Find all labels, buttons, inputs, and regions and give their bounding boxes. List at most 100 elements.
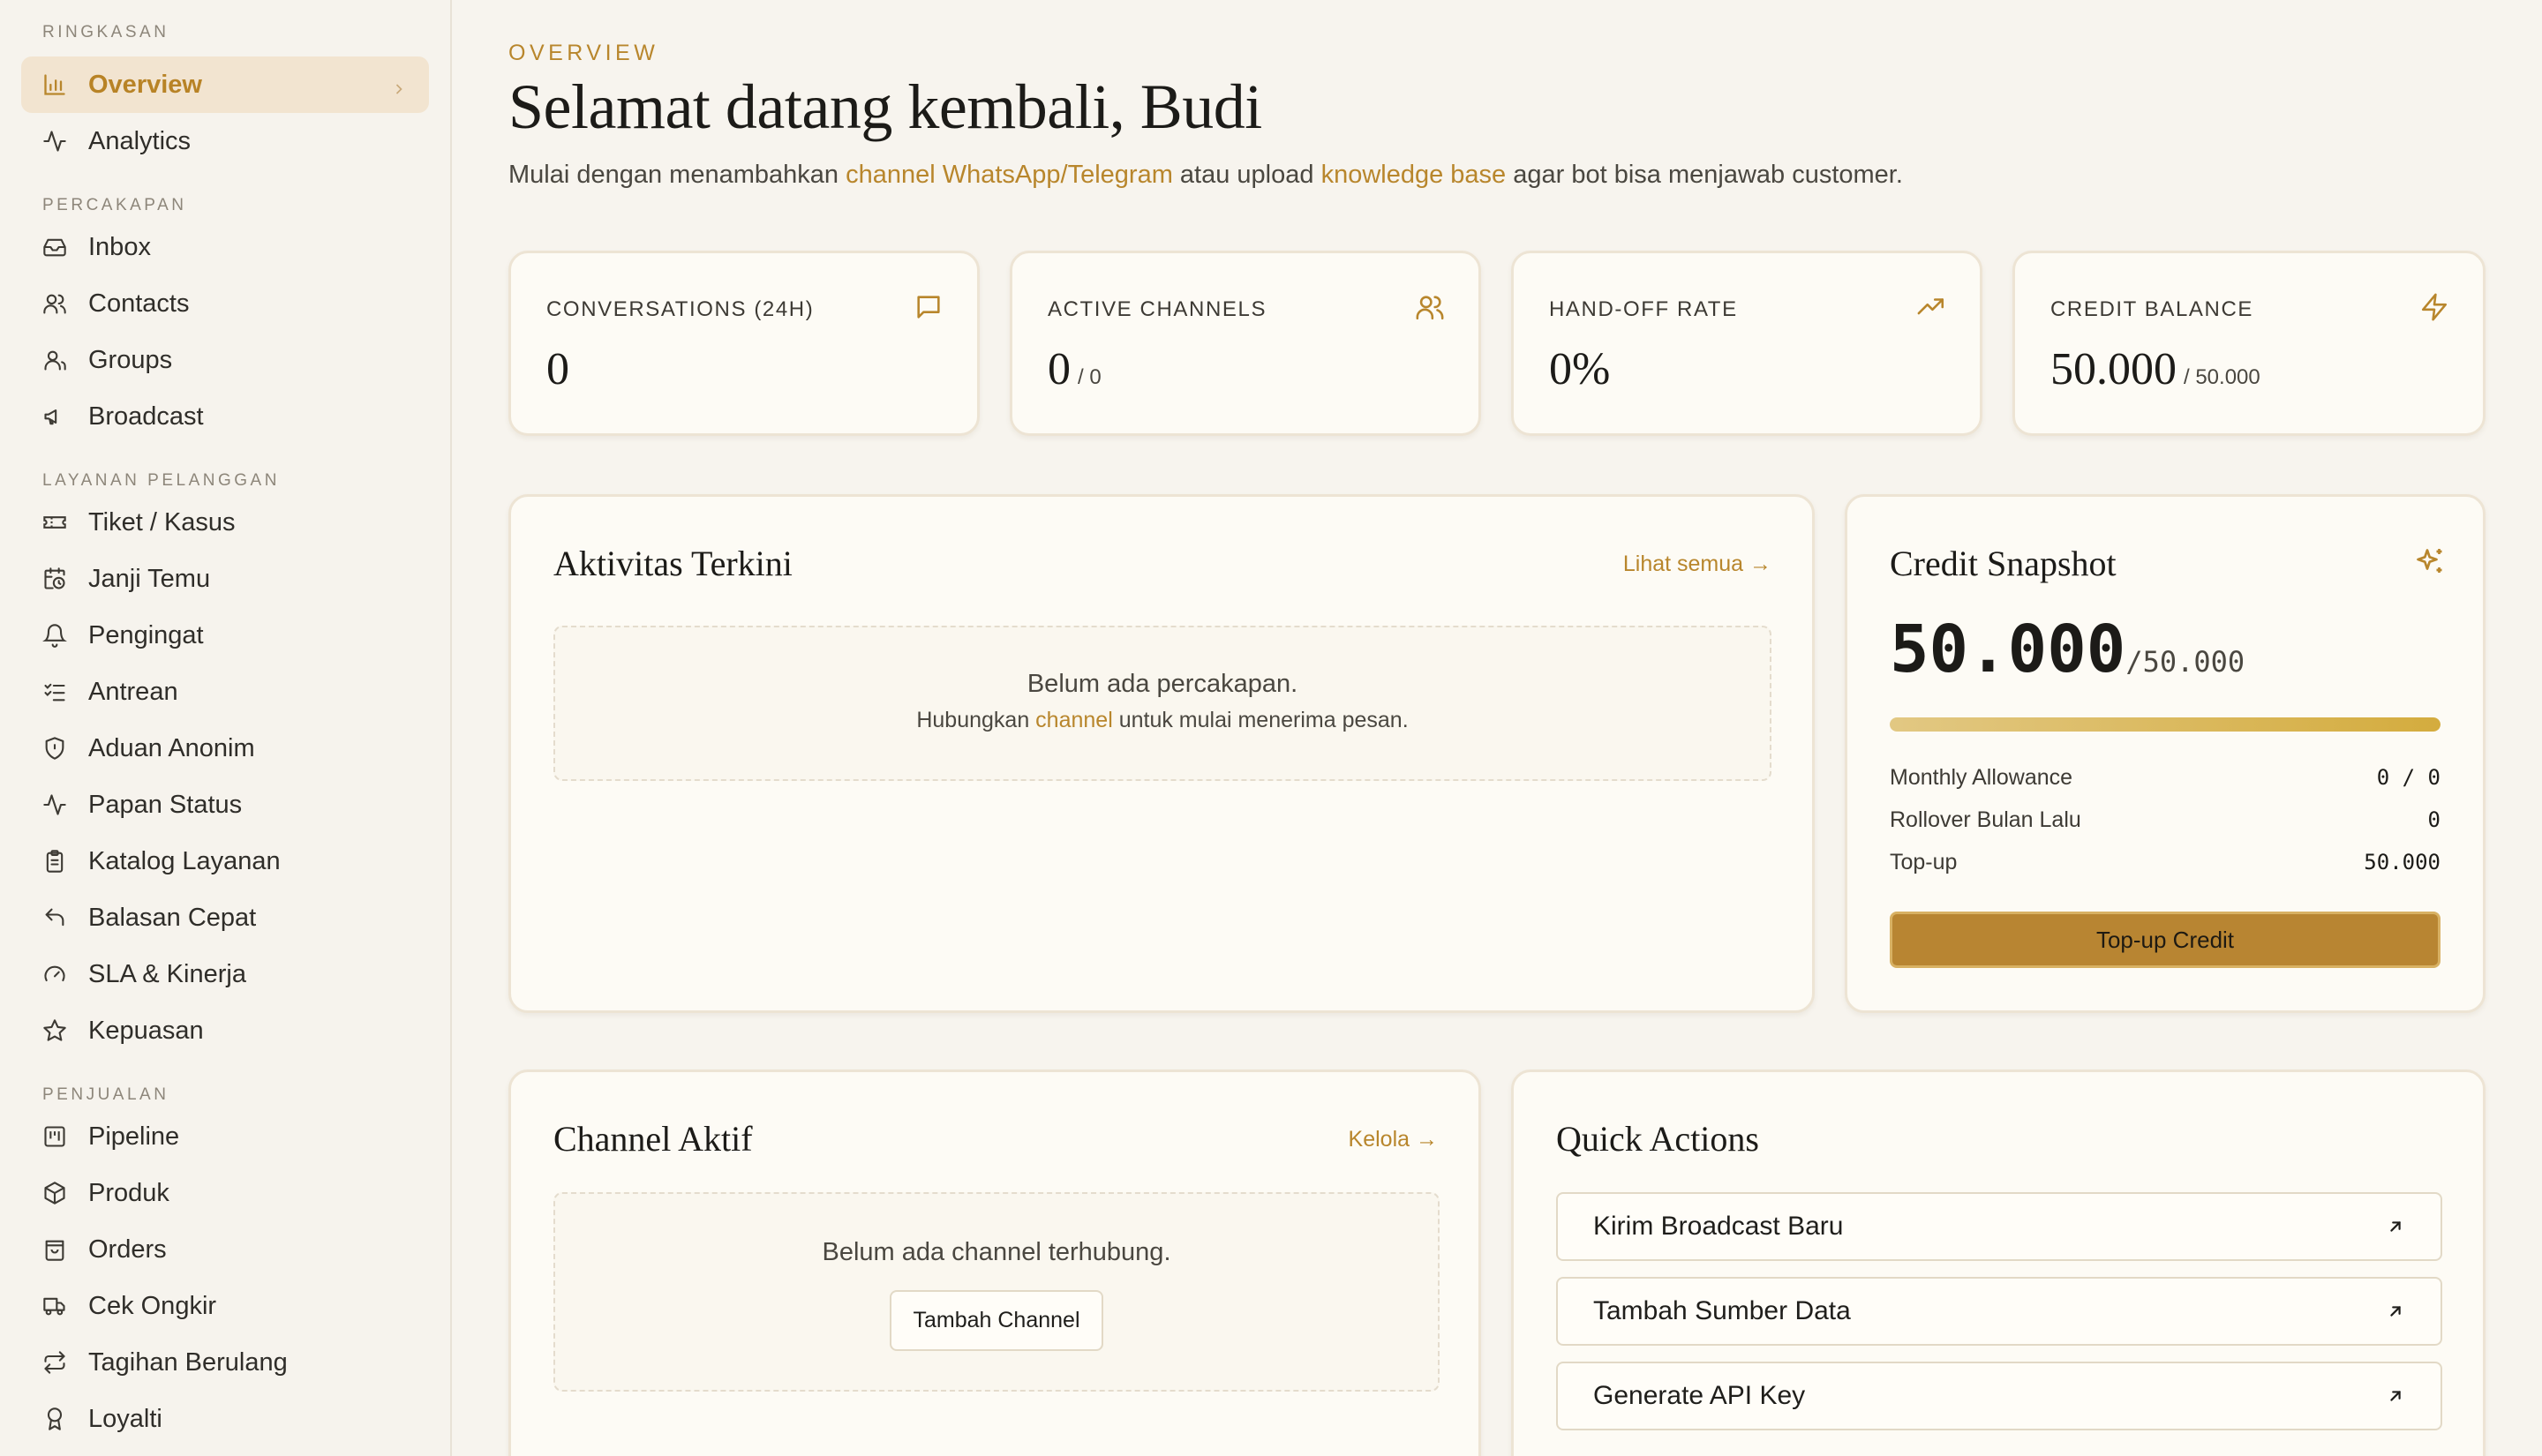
sidebar-item-janji-temu[interactable]: Janji Temu bbox=[21, 551, 429, 607]
card-title: Aktivitas Terkini bbox=[553, 544, 793, 583]
subtitle-text: atau upload bbox=[1172, 161, 1321, 189]
sidebar-item-pengingat[interactable]: Pengingat bbox=[21, 607, 429, 664]
knowledge-base-link[interactable]: knowledge base bbox=[1321, 161, 1507, 189]
reply-icon bbox=[42, 905, 67, 930]
sidebar-item-broadcast[interactable]: Broadcast bbox=[21, 388, 429, 445]
sidebar-section-label: LAYANAN PELANGGAN bbox=[42, 471, 280, 490]
stat-card-credit-balance: CREDIT BALANCE 50.000 / 50.000 bbox=[2012, 251, 2486, 436]
sidebar-item-label: Tagihan Berulang bbox=[88, 1347, 288, 1377]
sidebar-item-papan-status[interactable]: Papan Status bbox=[21, 777, 429, 833]
view-all-link[interactable]: Lihat semua → bbox=[1623, 552, 1771, 577]
inbox-icon bbox=[42, 235, 67, 259]
message-square-icon bbox=[914, 292, 944, 322]
sidebar-item-label: Aduan Anonim bbox=[88, 733, 255, 762]
subtitle-text: Mulai dengan menambahkan bbox=[508, 161, 846, 189]
truck-icon bbox=[42, 1294, 67, 1318]
users-icon bbox=[1415, 292, 1445, 322]
stat-card-active-channels: ACTIVE CHANNELS 0 / 0 bbox=[1010, 251, 1481, 436]
sidebar-item-orders[interactable]: Orders bbox=[21, 1221, 429, 1278]
add-channel-button[interactable]: Tambah Channel bbox=[890, 1290, 1103, 1351]
sidebar-item-antrean[interactable]: Antrean bbox=[21, 664, 429, 720]
sidebar-item-label: SLA & Kinerja bbox=[88, 959, 246, 988]
sidebar-item-label: Contacts bbox=[88, 289, 190, 318]
stat-label: ACTIVE CHANNELS bbox=[1048, 297, 1267, 321]
sidebar-item-katalog-layanan[interactable]: Katalog Layanan bbox=[21, 833, 429, 889]
card-title: Quick Actions bbox=[1556, 1119, 1759, 1159]
quick-action-data-source[interactable]: Tambah Sumber Data bbox=[1556, 1277, 2442, 1346]
sidebar-item-produk[interactable]: Produk bbox=[21, 1165, 429, 1221]
sidebar-item-pipeline[interactable]: Pipeline bbox=[21, 1108, 429, 1165]
arrow-up-right-icon bbox=[2386, 1386, 2405, 1406]
sidebar-item-label: Balasan Cepat bbox=[88, 903, 257, 932]
sidebar-item-overview[interactable]: Overview bbox=[21, 56, 429, 113]
quick-action-broadcast[interactable]: Kirim Broadcast Baru bbox=[1556, 1192, 2442, 1261]
sidebar-item-cek-ongkir[interactable]: Cek Ongkir bbox=[21, 1278, 429, 1334]
credit-row-value: 0 / 0 bbox=[2376, 765, 2440, 790]
subtitle-text: agar bot bisa menjawab customer. bbox=[1506, 161, 1903, 189]
card-title: Credit Snapshot bbox=[1890, 544, 2117, 583]
page-subtitle: Mulai dengan menambahkan channel WhatsAp… bbox=[508, 161, 1903, 190]
stat-card-handoff-rate: HAND-OFF RATE 0% bbox=[1511, 251, 1982, 436]
sidebar-item-label: Kepuasan bbox=[88, 1016, 204, 1045]
users-icon bbox=[42, 291, 67, 316]
bar-chart-icon bbox=[42, 72, 67, 97]
main-content: OVERVIEW Selamat datang kembali, Budi Mu… bbox=[452, 0, 2542, 1456]
quick-action-api-key[interactable]: Generate API Key bbox=[1556, 1362, 2442, 1430]
credit-row-rollover: Rollover Bulan Lalu 0 bbox=[1890, 807, 2440, 833]
sidebar-item-aduan-anonim[interactable]: Aduan Anonim bbox=[21, 720, 429, 777]
empty-subtitle: Hubungkan channel untuk mulai menerima p… bbox=[555, 708, 1770, 733]
credit-row-label: Rollover Bulan Lalu bbox=[1890, 807, 2081, 832]
sidebar-item-label: Janji Temu bbox=[88, 564, 211, 593]
arrow-up-right-icon bbox=[2386, 1217, 2405, 1236]
credit-amount: 50.000/50.000 bbox=[1890, 612, 2245, 687]
sidebar-item-groups[interactable]: Groups bbox=[21, 332, 429, 388]
sidebar-item-inbox[interactable]: Inbox bbox=[21, 219, 429, 275]
stat-value: 0 bbox=[546, 343, 569, 395]
activity-icon bbox=[42, 129, 67, 154]
sidebar: RINGKASAN Overview Analytics PERCAKAPAN … bbox=[0, 0, 452, 1456]
sidebar-item-tagihan-berulang[interactable]: Tagihan Berulang bbox=[21, 1334, 429, 1391]
sidebar-item-label: Papan Status bbox=[88, 790, 243, 819]
quick-action-label: Kirim Broadcast Baru bbox=[1593, 1212, 1844, 1241]
channel-link[interactable]: channel WhatsApp/Telegram bbox=[846, 161, 1173, 189]
sidebar-item-sla-kinerja[interactable]: SLA & Kinerja bbox=[21, 946, 429, 1002]
sidebar-item-label: Pipeline bbox=[88, 1122, 180, 1151]
sidebar-item-analytics[interactable]: Analytics bbox=[21, 113, 429, 169]
empty-state: Belum ada channel terhubung. Tambah Chan… bbox=[553, 1192, 1440, 1392]
manage-link[interactable]: Kelola → bbox=[1349, 1127, 1438, 1152]
gauge-icon bbox=[42, 962, 67, 987]
stat-value: 0% bbox=[1549, 343, 1610, 395]
stat-card-conversations: CONVERSATIONS (24H) 0 bbox=[508, 251, 980, 436]
topup-credit-button[interactable]: Top-up Credit bbox=[1890, 912, 2440, 968]
channel-link[interactable]: channel bbox=[1035, 708, 1113, 732]
sidebar-item-contacts[interactable]: Contacts bbox=[21, 275, 429, 332]
credit-row-topup: Top-up 50.000 bbox=[1890, 850, 2440, 875]
sidebar-item-balasan-cepat[interactable]: Balasan Cepat bbox=[21, 889, 429, 946]
stat-label: CONVERSATIONS (24H) bbox=[546, 297, 815, 321]
credit-row-value: 50.000 bbox=[2364, 850, 2440, 874]
sidebar-item-label: Inbox bbox=[88, 232, 151, 261]
quick-actions-card: Quick Actions Kirim Broadcast Baru Tamba… bbox=[1511, 1069, 2486, 1456]
quick-action-label: Generate API Key bbox=[1593, 1381, 1806, 1410]
card-title: Channel Aktif bbox=[553, 1119, 753, 1159]
stat-value: 0 / 0 bbox=[1048, 343, 1102, 395]
credit-row-value: 0 bbox=[2427, 807, 2440, 832]
package-icon bbox=[42, 1181, 67, 1205]
sidebar-item-kepuasan[interactable]: Kepuasan bbox=[21, 1002, 429, 1059]
sidebar-section-label: RINGKASAN bbox=[42, 23, 169, 41]
shopping-bag-icon bbox=[42, 1237, 67, 1262]
clipboard-icon bbox=[42, 849, 67, 874]
page-title: Selamat datang kembali, Budi bbox=[508, 71, 1262, 142]
arrow-up-right-icon bbox=[2386, 1302, 2405, 1321]
sidebar-item-label: Loyalti bbox=[88, 1404, 162, 1433]
sparkles-icon bbox=[2414, 546, 2446, 578]
sidebar-item-label: Katalog Layanan bbox=[88, 846, 281, 875]
sidebar-item-label: Groups bbox=[88, 345, 173, 374]
empty-text: untuk mulai menerima pesan. bbox=[1112, 708, 1409, 732]
sidebar-item-label: Tiket / Kasus bbox=[88, 507, 236, 537]
sidebar-item-loyalti[interactable]: Loyalti bbox=[21, 1391, 429, 1447]
credit-progress-bar bbox=[1890, 717, 2440, 732]
sidebar-item-label: Pengingat bbox=[88, 620, 204, 649]
sidebar-item-tiket[interactable]: Tiket / Kasus bbox=[21, 494, 429, 551]
empty-text: Hubungkan bbox=[916, 708, 1036, 732]
